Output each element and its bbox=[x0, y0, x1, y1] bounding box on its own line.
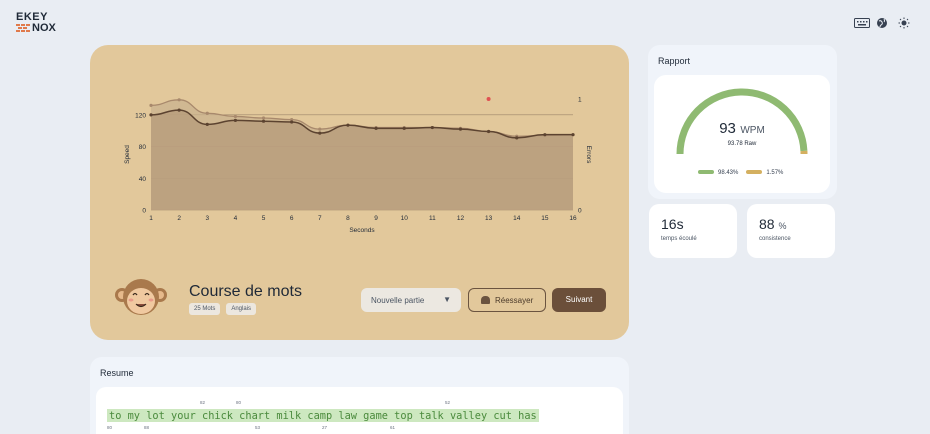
resume-title: Resume bbox=[100, 368, 134, 378]
x-axis-label: Seconds bbox=[349, 227, 375, 234]
data-point bbox=[261, 116, 266, 120]
x-tick-label: 10 bbox=[401, 215, 409, 222]
x-tick-label: 4 bbox=[234, 215, 238, 222]
raw-value: 93.78 Raw bbox=[727, 141, 757, 147]
time-label: temps écoulé bbox=[661, 236, 697, 242]
y2-tick-label: 1 bbox=[578, 97, 582, 104]
wpm-value: 93 bbox=[719, 120, 736, 137]
data-point bbox=[543, 133, 547, 137]
y-tick-label: 80 bbox=[139, 144, 147, 151]
data-point bbox=[571, 133, 575, 137]
wpm-unit: WPM bbox=[740, 125, 765, 136]
x-tick-label: 11 bbox=[429, 215, 436, 222]
y-tick-label: 40 bbox=[139, 176, 147, 183]
sun-icon[interactable] bbox=[898, 16, 912, 30]
data-point bbox=[458, 127, 463, 131]
data-point bbox=[318, 127, 322, 131]
y2-tick-label: 0 bbox=[578, 208, 582, 215]
consistency-label: consistence bbox=[759, 236, 791, 242]
y-axis-label: Speed bbox=[124, 145, 131, 164]
retry-label: Réessayer bbox=[495, 296, 534, 305]
mode-select[interactable]: Nouvelle partie ▼ bbox=[361, 288, 461, 312]
data-point bbox=[487, 129, 491, 134]
tag-language: Anglais bbox=[226, 303, 257, 315]
game-tags: 25 Mots Anglais bbox=[189, 303, 257, 315]
time-stat: 16s temps écoulé bbox=[649, 204, 737, 258]
data-point bbox=[430, 125, 434, 130]
y2-axis-label: Errors bbox=[585, 146, 592, 164]
typed-words: to my lot your chick chart milk camp law… bbox=[107, 409, 539, 422]
data-point bbox=[233, 118, 237, 123]
app-logo[interactable]: EKEY NOX bbox=[16, 12, 56, 36]
data-point bbox=[177, 108, 181, 112]
word-speed-mark: 88 bbox=[144, 425, 150, 430]
word-speed-mark: 53 bbox=[255, 425, 261, 430]
x-tick-label: 16 bbox=[569, 215, 577, 222]
legend-accuracy: 98.43% bbox=[698, 170, 738, 176]
data-point bbox=[402, 126, 406, 130]
data-point bbox=[515, 136, 519, 140]
data-point bbox=[233, 114, 237, 119]
error-marker bbox=[486, 97, 491, 101]
result-card: 0 40 80 120 0 1 1 2 3 4 5 6 7 8 9 10 11 12 13 14 15 16 Seconds… bbox=[90, 45, 629, 340]
chevron-down-icon: ▼ bbox=[443, 295, 451, 304]
report-title: Rapport bbox=[658, 56, 691, 66]
mode-select-value: Nouvelle partie bbox=[371, 296, 425, 305]
x-tick-label: 14 bbox=[513, 215, 521, 222]
x-tick-label: 7 bbox=[318, 215, 322, 222]
game-title: Course de mots bbox=[189, 283, 302, 300]
monkey-avatar bbox=[114, 277, 168, 317]
word-speed-mark: 80 bbox=[107, 425, 113, 430]
word-speed-mark: 80 bbox=[236, 400, 242, 405]
word-speed-mark: 27 bbox=[322, 425, 328, 430]
x-tick-label: 1 bbox=[149, 215, 153, 222]
ghost-icon bbox=[481, 296, 490, 304]
data-point bbox=[205, 111, 209, 115]
word-speed-mark: 61 bbox=[390, 425, 396, 430]
x-tick-label: 12 bbox=[457, 215, 465, 222]
x-tick-label: 8 bbox=[346, 215, 350, 222]
header-icons bbox=[854, 16, 912, 30]
y-tick-label: 0 bbox=[142, 208, 146, 215]
word-speed-mark: 82 bbox=[200, 400, 206, 405]
x-tick-label: 9 bbox=[374, 215, 378, 222]
data-point bbox=[177, 98, 181, 102]
speed-chart: 04080120011 2 3 4 5 6 7 8 9 10 11 12 13 14 15 16Seconds… bbox=[124, 97, 592, 235]
legend-error-rate: 1.57% bbox=[746, 170, 783, 176]
x-tick-label: 5 bbox=[262, 215, 266, 222]
report-panel: Rapport 93 WPM 93.78 Raw 98.43% 1.57% bbox=[648, 45, 837, 199]
y-tick-label: 120 bbox=[135, 112, 146, 119]
wpm-readout: 93 WPM bbox=[654, 120, 830, 138]
data-point bbox=[149, 103, 153, 107]
word-speed-mark: 52 bbox=[445, 400, 451, 405]
logo-bricks bbox=[16, 24, 30, 32]
data-point bbox=[290, 120, 294, 124]
retry-button[interactable]: Réessayer bbox=[468, 288, 546, 312]
series-area bbox=[151, 110, 573, 210]
gauge-legend: 98.43% 1.57% bbox=[698, 170, 783, 176]
next-button[interactable]: Suivant bbox=[552, 288, 606, 312]
x-tick-label: 3 bbox=[205, 215, 209, 222]
resume-words-card: 82 80 52 to my lot your chick chart milk… bbox=[96, 387, 623, 434]
data-point bbox=[318, 131, 322, 135]
report-gauge-card: 93 WPM 93.78 Raw 98.43% 1.57% bbox=[654, 75, 830, 193]
keyboard-icon[interactable] bbox=[854, 16, 870, 30]
consistency-stat: 88 % consistence bbox=[747, 204, 835, 258]
data-point bbox=[374, 126, 378, 130]
x-tick-label: 6 bbox=[290, 215, 294, 222]
x-tick-label: 13 bbox=[485, 215, 493, 222]
data-point bbox=[261, 119, 266, 123]
tag-word-count: 25 Mots bbox=[189, 303, 221, 315]
globe-icon[interactable] bbox=[876, 16, 890, 30]
time-value: 16s bbox=[661, 216, 684, 232]
data-point bbox=[205, 122, 209, 126]
data-point bbox=[149, 113, 153, 117]
x-tick-label: 2 bbox=[177, 215, 181, 222]
data-point bbox=[346, 123, 350, 127]
x-tick-label: 15 bbox=[541, 215, 549, 222]
consistency-value: 88 % bbox=[759, 216, 787, 232]
resume-panel: Resume 82 80 52 to my lot your chick cha… bbox=[90, 357, 629, 434]
